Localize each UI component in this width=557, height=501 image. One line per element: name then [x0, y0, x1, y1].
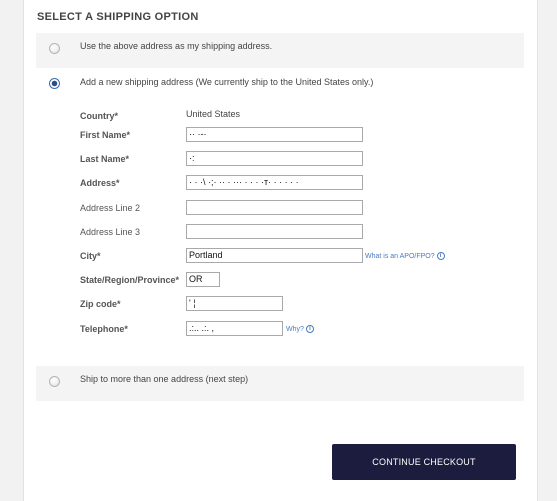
why-help-text[interactable]: Why?: [286, 326, 304, 333]
last-name-label: Last Name*: [80, 154, 130, 164]
radio-new-address[interactable]: [49, 78, 60, 89]
section-title: SELECT A SHIPPING OPTION: [37, 11, 199, 23]
shipping-option-multiple-addresses[interactable]: Ship to more than one address (next step…: [36, 366, 524, 401]
zip-code-input[interactable]: ' ¦: [186, 296, 283, 311]
option-label-same-address: Use the above address as my shipping add…: [80, 41, 273, 51]
city-input[interactable]: Portland: [186, 248, 363, 263]
last-name-input[interactable]: ·:: [186, 151, 363, 166]
address-line-2-label: Address Line 2: [80, 203, 141, 213]
state-input[interactable]: OR: [186, 272, 220, 287]
shipping-option-same-address[interactable]: Use the above address as my shipping add…: [36, 33, 524, 68]
zip-code-label: Zip code*: [80, 299, 121, 309]
why-help-link[interactable]: Why? i: [286, 325, 314, 333]
apo-fpo-help-link[interactable]: What is an APO/FPO? i: [365, 252, 445, 260]
telephone-label: Telephone*: [80, 324, 128, 334]
country-label: Country*: [80, 111, 118, 121]
continue-checkout-button[interactable]: CONTINUE CHECKOUT: [332, 444, 516, 480]
first-name-input[interactable]: ·· ·-·: [186, 127, 363, 142]
info-icon[interactable]: i: [305, 325, 314, 333]
address-line-3-input[interactable]: [186, 224, 363, 239]
telephone-input[interactable]: .:.. .:. ,: [186, 321, 283, 336]
country-value: United States: [186, 109, 241, 119]
address-line-2-input[interactable]: [186, 200, 363, 215]
address-line-3-label: Address Line 3: [80, 227, 141, 237]
apo-fpo-help-text[interactable]: What is an APO/FPO?: [365, 253, 435, 260]
option-label-multiple-addresses: Ship to more than one address (next step…: [80, 374, 249, 384]
shipping-panel: SELECT A SHIPPING OPTION Use the above a…: [23, 0, 538, 501]
option-label-new-address: Add a new shipping address (We currently…: [80, 77, 374, 87]
address-input[interactable]: · · ·\ ·;· ·· · ··· · · · ·ᴛ· · · · · ·: [186, 175, 363, 190]
first-name-label: First Name*: [80, 130, 131, 140]
radio-same-address[interactable]: [49, 43, 60, 54]
info-icon[interactable]: i: [436, 252, 445, 260]
radio-multiple-addresses[interactable]: [49, 376, 60, 387]
address-label: Address*: [80, 178, 120, 188]
city-label: City*: [80, 251, 101, 261]
state-label: State/Region/Province*: [80, 275, 180, 285]
